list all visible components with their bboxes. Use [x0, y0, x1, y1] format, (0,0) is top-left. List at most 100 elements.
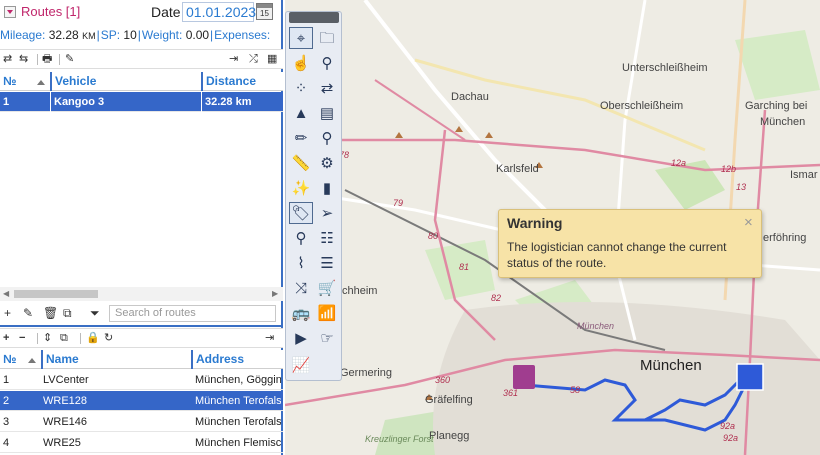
- warning-message: The logistician cannot change the curren…: [507, 240, 727, 270]
- collapse-caret-icon[interactable]: [4, 6, 16, 18]
- point-number: 2: [3, 395, 10, 407]
- place-label: erföhring: [763, 232, 807, 244]
- trend-chart-icon[interactable]: 📈: [289, 354, 313, 376]
- clear-list-icon[interactable]: ▤: [315, 102, 339, 124]
- folder-icon[interactable]: 🗀: [315, 27, 339, 49]
- points-icon[interactable]: ⁘: [289, 77, 313, 99]
- point-row[interactable]: 1 LVCenter München, Göggin: [0, 370, 283, 390]
- point-row[interactable]: 3 WRE146 München Terofals: [0, 412, 283, 432]
- place-label: Unterschleißheim: [622, 62, 708, 74]
- expenses-label: Expenses:: [214, 28, 271, 42]
- mileage-label: Mileage:: [0, 28, 46, 42]
- reverse-icon[interactable]: ⇆: [19, 52, 28, 66]
- route-stats: Mileage: 32.28 KM|SP: 10|Weight: 0.00|Ex…: [0, 28, 271, 42]
- merge-routes-icon[interactable]: ⤨: [289, 277, 313, 299]
- road-label: 79: [393, 198, 404, 208]
- point-address: München Terofals: [195, 395, 281, 407]
- toolbar-drag-handle[interactable]: [289, 12, 339, 23]
- col-name[interactable]: Name: [41, 350, 192, 369]
- point-address: München Terofals: [195, 416, 281, 428]
- road-label: 80: [428, 231, 439, 241]
- copy-points-icon[interactable]: ⧉: [60, 331, 68, 345]
- list-clock-icon[interactable]: ☰: [315, 252, 339, 274]
- point-row[interactable]: 4 WRE25 München Flemisc: [0, 433, 283, 453]
- route-distance: 32.28 km: [201, 92, 279, 112]
- route-number: 1: [3, 96, 10, 108]
- play-icon[interactable]: ▶: [289, 327, 313, 349]
- magic-wand-icon[interactable]: ✨: [289, 177, 313, 199]
- sp-label: SP:: [100, 28, 121, 42]
- add-icon[interactable]: +: [4, 306, 11, 320]
- route-row[interactable]: 1 Kangoo 3 32.28 km: [0, 92, 283, 112]
- horizontal-scrollbar[interactable]: ◀ ▶: [0, 287, 283, 301]
- col-vehicle[interactable]: Vehicle: [50, 72, 202, 91]
- wrench-icon[interactable]: ✎: [65, 52, 74, 66]
- mileage-unit: KM: [82, 31, 96, 41]
- refresh-icon[interactable]: ↻: [104, 331, 113, 345]
- point-row[interactable]: 2 WRE128 München Terofals: [0, 391, 283, 411]
- sp-value: 10: [123, 28, 137, 42]
- shuffle-icon[interactable]: ⤮: [249, 52, 258, 66]
- map-pin-icon[interactable]: ⚲: [315, 52, 339, 74]
- brush-icon[interactable]: ✏: [289, 127, 313, 149]
- date-input[interactable]: 01.01.2023: [182, 2, 256, 22]
- point-name: WRE128: [43, 395, 88, 407]
- close-icon[interactable]: ×: [744, 214, 753, 231]
- route-pin-icon[interactable]: ⚲: [289, 227, 313, 249]
- place-label: Oberschleißheim: [600, 100, 684, 112]
- ruler-icon[interactable]: 📏: [289, 152, 313, 174]
- hand-icon[interactable]: ☝: [289, 52, 313, 74]
- place-label: München: [760, 116, 806, 128]
- routes-search-input[interactable]: Search of routes: [109, 305, 276, 322]
- point-address: München Flemisc: [195, 437, 281, 449]
- warning-popup: Warning × The logistician cannot change …: [498, 209, 762, 278]
- polygon-icon[interactable]: ▲: [289, 102, 313, 124]
- add-point-icon[interactable]: +: [3, 331, 9, 345]
- table-icon[interactable]: ▦: [267, 52, 277, 66]
- scroll-thumb[interactable]: [14, 290, 98, 298]
- routes-title: Routes [1]: [21, 4, 81, 19]
- pointer-icon[interactable]: ☞: [315, 327, 339, 349]
- reorder-icon[interactable]: ⇕: [43, 331, 52, 345]
- place-label: München: [577, 321, 615, 331]
- filter-icon[interactable]: ⏷: [90, 306, 100, 321]
- send-icon[interactable]: ➢: [315, 202, 339, 224]
- remove-point-icon[interactable]: −: [19, 331, 25, 345]
- sliders-icon[interactable]: ☷: [315, 227, 339, 249]
- remove-pins-icon[interactable]: ⚲: [315, 127, 339, 149]
- crosshair-icon[interactable]: ⌖: [289, 27, 313, 49]
- export-icon[interactable]: ⇥: [229, 52, 238, 66]
- weight-label: Weight:: [141, 28, 183, 42]
- delete-icon[interactable]: 🗑: [43, 306, 58, 320]
- sort-asc-icon[interactable]: [28, 358, 36, 363]
- copy-icon[interactable]: ⧉: [63, 306, 72, 321]
- bus-icon[interactable]: 🚌: [289, 302, 313, 324]
- signal-icon[interactable]: 📶: [315, 302, 339, 324]
- mileage-value: 32.28: [48, 28, 79, 42]
- point-name: LVCenter: [43, 374, 89, 386]
- tag-icon[interactable]: 🏷: [289, 202, 313, 224]
- cart-icon[interactable]: 🛒: [315, 277, 339, 299]
- gear-icon[interactable]: ⚙: [315, 152, 339, 174]
- col-address[interactable]: Address: [191, 350, 281, 369]
- col-distance[interactable]: Distance: [201, 72, 281, 91]
- routes-toolbar: ⇄ ⇆ 🖶 ✎ ⇥ ⤮ ▦: [0, 49, 283, 69]
- panel-divider[interactable]: [0, 325, 283, 327]
- route-vehicle: Kangoo 3: [50, 92, 201, 112]
- warning-title: Warning: [507, 215, 563, 231]
- road-label: 361: [503, 388, 519, 398]
- road-label: 82: [491, 293, 502, 303]
- point-name: WRE25: [43, 437, 81, 449]
- lock-icon[interactable]: 🔒: [86, 331, 100, 345]
- print-icon[interactable]: 🖶: [42, 52, 52, 66]
- point-number: 1: [3, 374, 10, 386]
- broom-icon[interactable]: ⌇: [289, 252, 313, 274]
- road-label: 360: [435, 375, 451, 385]
- swap-icon[interactable]: ⇄: [3, 52, 12, 66]
- calendar-icon[interactable]: 15: [256, 3, 273, 20]
- swap-arrows-icon[interactable]: ⇄: [315, 77, 339, 99]
- edit-icon[interactable]: ✎: [23, 306, 33, 320]
- bar-chart-icon[interactable]: ▮: [315, 177, 339, 199]
- export-points-icon[interactable]: ⇥: [265, 331, 274, 345]
- sort-asc-icon[interactable]: [37, 80, 45, 85]
